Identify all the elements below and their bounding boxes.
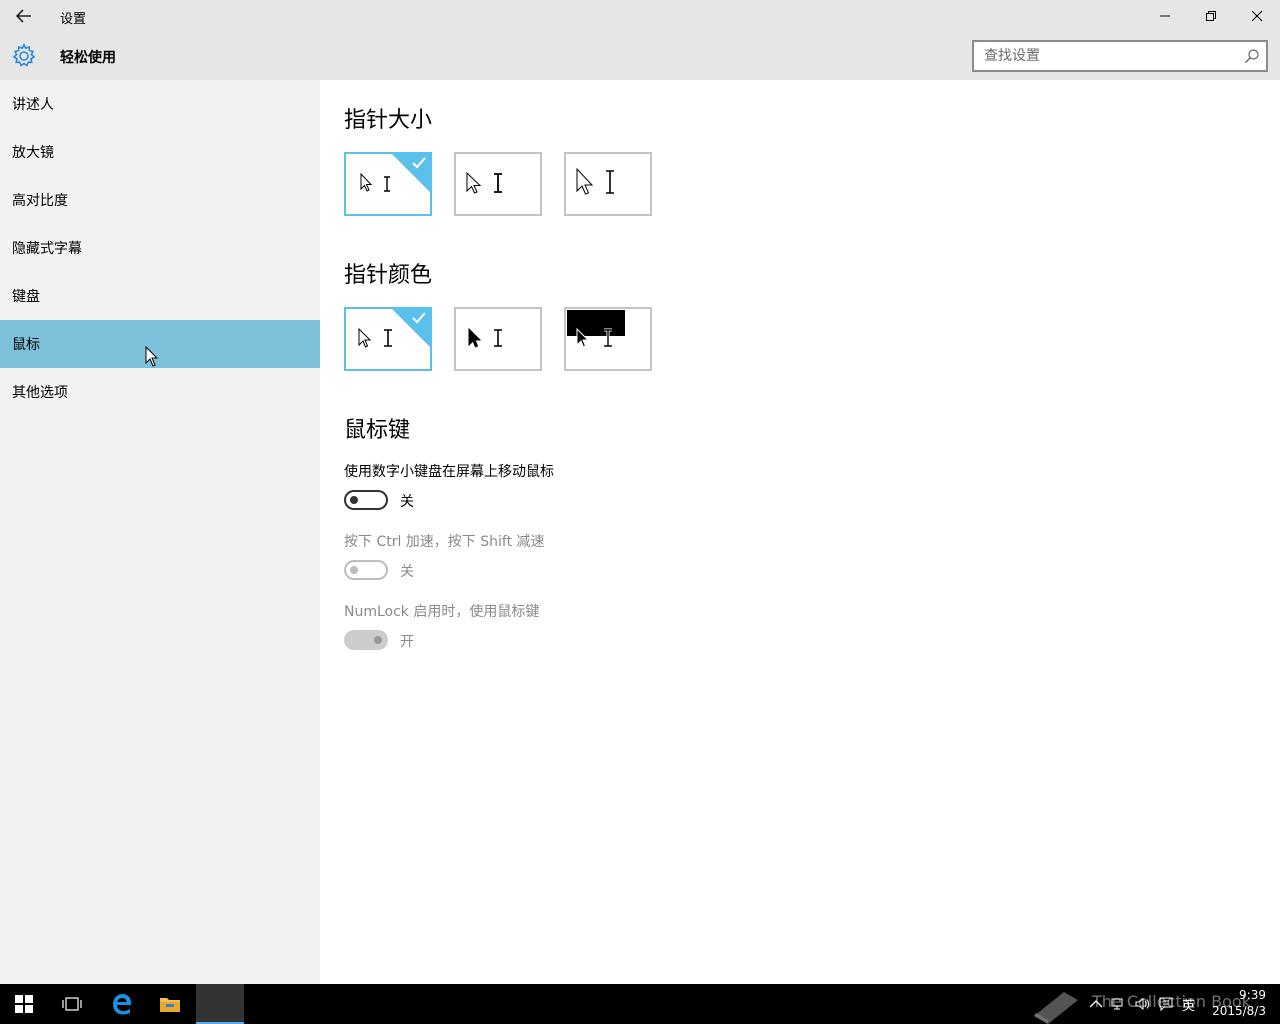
- pointer-color-option-inverted[interactable]: [564, 307, 652, 371]
- network-icon[interactable]: [1110, 996, 1126, 1012]
- numlock-label: NumLock 启用时，使用鼠标键: [344, 604, 540, 620]
- arrow-pointer-icon: [466, 172, 482, 194]
- pointer-color-option-black[interactable]: [454, 307, 542, 371]
- arrow-pointer-icon: [358, 328, 372, 348]
- text-cursor-icon: [384, 176, 390, 192]
- text-cursor-icon: [384, 329, 392, 347]
- title-bar: 设置: [0, 0, 1280, 32]
- mouse-keys-toggle[interactable]: [344, 490, 388, 510]
- sidebar-item-narrator[interactable]: 讲述人: [0, 80, 320, 128]
- taskbar: The Collection Book 英 9:39 2015/8/3: [0, 984, 1280, 1024]
- chevron-up-icon[interactable]: [1088, 996, 1104, 1012]
- text-cursor-icon: [606, 170, 614, 194]
- settings-header: 轻松使用: [0, 32, 1280, 80]
- mouse-keys-heading: 鼠标键: [344, 418, 411, 443]
- input-language-indicator[interactable]: 英: [1182, 995, 1195, 1014]
- action-center-icon[interactable]: [1158, 996, 1174, 1012]
- close-button[interactable]: [1234, 0, 1280, 32]
- back-button[interactable]: [0, 0, 48, 32]
- task-view-button[interactable]: [48, 984, 96, 1024]
- pointer-color-heading: 指针颜色: [344, 263, 433, 288]
- volume-icon[interactable]: [1134, 996, 1150, 1012]
- pointer-size-heading: 指针大小: [344, 108, 433, 133]
- pointer-size-option-small[interactable]: [344, 152, 432, 216]
- mouse-keys-toggle-state: 关: [400, 494, 414, 510]
- checkmark-icon: [412, 157, 426, 169]
- mouse-keys-label: 使用数字小键盘在屏幕上移动鼠标: [344, 464, 554, 480]
- arrow-pointer-icon: [576, 328, 590, 348]
- toggle-knob: [350, 566, 358, 574]
- book-icon: [1034, 992, 1078, 1024]
- ctrl-shift-speed-toggle-state: 关: [400, 564, 414, 580]
- toggle-knob: [350, 496, 358, 504]
- task-view-icon: [62, 997, 82, 1011]
- page-title: 轻松使用: [60, 50, 116, 66]
- clock-date: 2015/8/3: [1212, 1004, 1266, 1018]
- arrow-pointer-icon: [468, 328, 482, 348]
- settings-taskbar-button[interactable]: [196, 984, 244, 1024]
- numlock-toggle-state: 开: [400, 634, 414, 650]
- sidebar: 讲述人 放大镜 高对比度 隐藏式字幕 键盘 鼠标 其他选项: [0, 80, 320, 984]
- clock-time: 9:39: [1239, 988, 1266, 1002]
- restore-button[interactable]: [1188, 0, 1234, 32]
- restore-icon: [1206, 11, 1216, 21]
- arrow-pointer-icon: [576, 168, 594, 195]
- minimize-button[interactable]: [1142, 0, 1188, 32]
- start-button[interactable]: [0, 984, 48, 1024]
- pointer-color-option-white[interactable]: [344, 307, 432, 371]
- pointer-size-option-large[interactable]: [564, 152, 652, 216]
- text-cursor-icon: [494, 173, 502, 193]
- sidebar-item-high-contrast[interactable]: 高对比度: [0, 176, 320, 224]
- sidebar-item-keyboard[interactable]: 键盘: [0, 272, 320, 320]
- numlock-toggle[interactable]: [344, 630, 388, 650]
- sidebar-item-closed-captions[interactable]: 隐藏式字幕: [0, 224, 320, 272]
- edge-browser-button[interactable]: [98, 984, 146, 1024]
- minimize-icon: [1160, 15, 1170, 17]
- ctrl-shift-speed-label: 按下 Ctrl 加速，按下 Shift 减速: [344, 534, 545, 550]
- gear-icon: [12, 43, 36, 67]
- text-cursor-icon: [604, 328, 612, 348]
- checkmark-icon: [412, 312, 426, 324]
- toggle-knob: [374, 636, 382, 644]
- search-icon[interactable]: [1244, 48, 1260, 64]
- ctrl-shift-speed-toggle[interactable]: [344, 560, 388, 580]
- back-arrow-icon: [16, 9, 31, 23]
- file-explorer-button[interactable]: [146, 984, 194, 1024]
- edge-icon: [113, 994, 131, 1015]
- arrow-pointer-icon: [360, 173, 373, 192]
- sidebar-item-magnifier[interactable]: 放大镜: [0, 128, 320, 176]
- search-box[interactable]: [972, 40, 1268, 72]
- taskbar-clock[interactable]: 9:39 2015/8/3: [1206, 987, 1266, 1019]
- main-content: 指针大小 指针颜色 鼠标键 使用数字小键盘在屏幕上移动鼠标 关 按下 Ctrl …: [320, 80, 1280, 984]
- text-cursor-icon: [494, 329, 502, 347]
- close-icon: [1251, 10, 1263, 22]
- sidebar-item-other-options[interactable]: 其他选项: [0, 368, 320, 416]
- windows-logo-icon: [15, 995, 33, 1013]
- folder-icon: [160, 998, 180, 1012]
- sidebar-item-mouse[interactable]: 鼠标: [0, 320, 320, 368]
- window-title: 设置: [60, 12, 87, 27]
- mouse-cursor-icon: [145, 346, 159, 367]
- pointer-size-option-medium[interactable]: [454, 152, 542, 216]
- settings-app-icon: [220, 1003, 221, 1004]
- search-input[interactable]: [974, 42, 1234, 70]
